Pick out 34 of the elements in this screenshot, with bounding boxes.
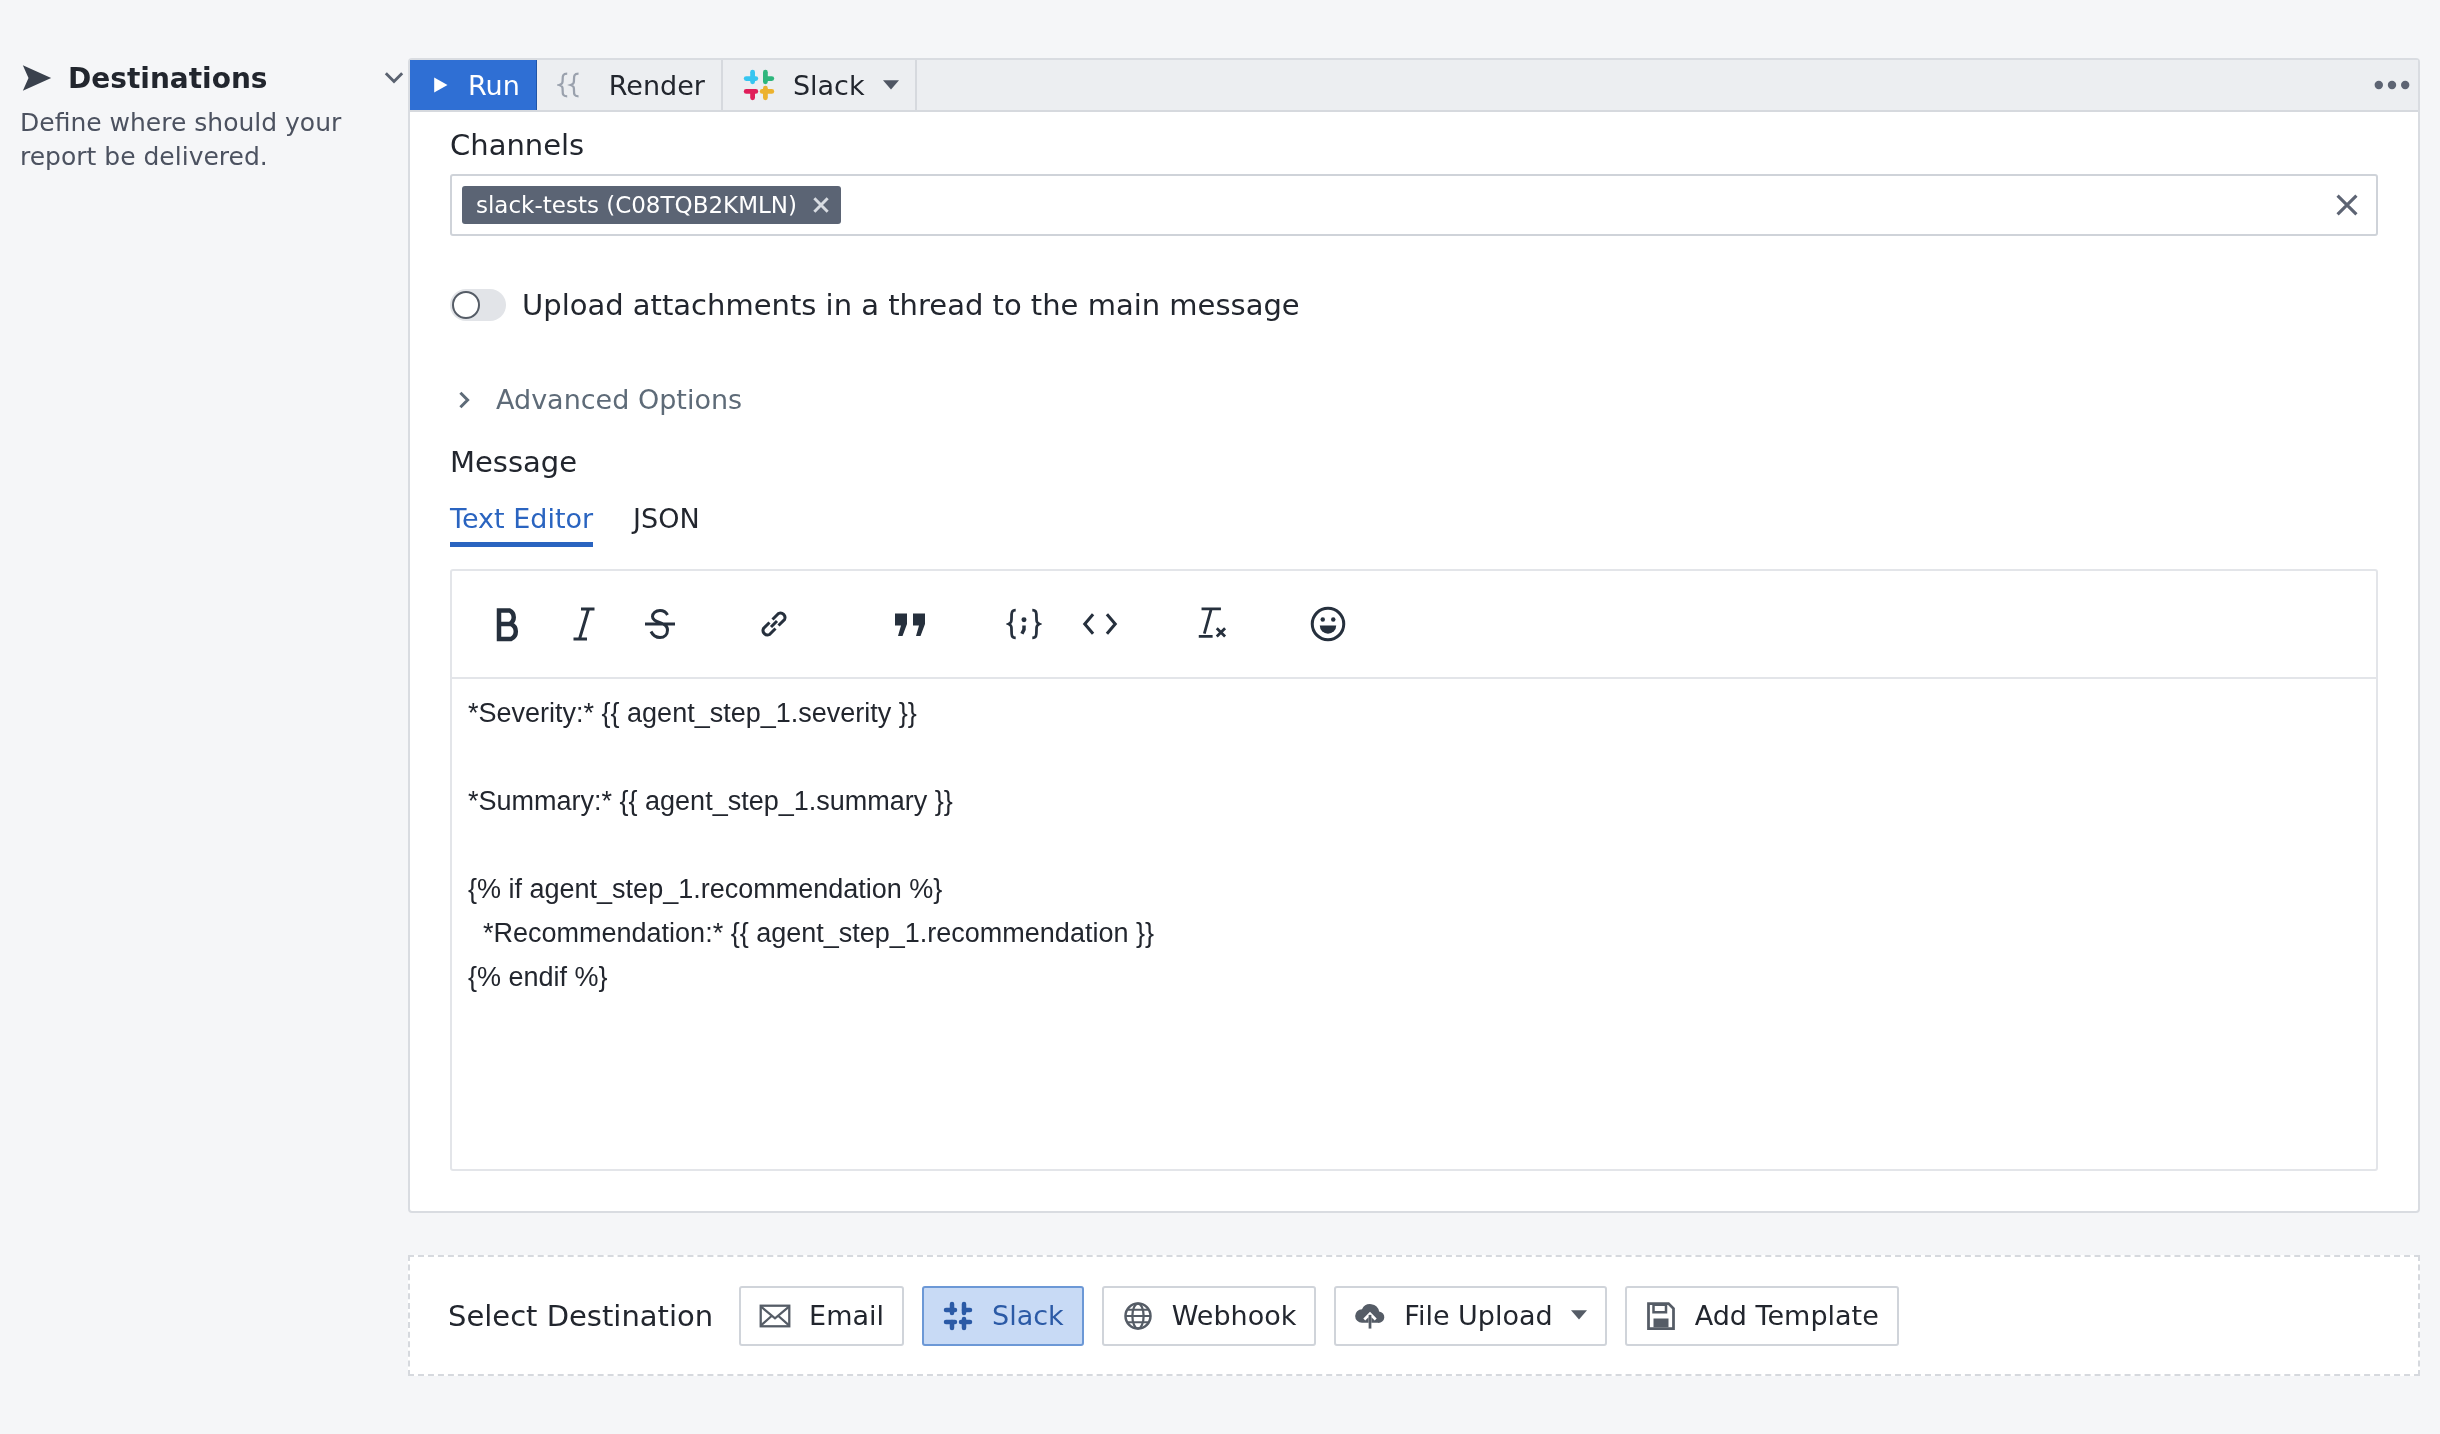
caret-icon	[882, 79, 899, 91]
strike-button[interactable]	[642, 606, 678, 642]
remove-icon	[813, 197, 829, 213]
more-icon	[2374, 80, 2410, 90]
toggle-label: Upload attachments in a thread to the main message	[522, 288, 1300, 322]
field-label: Channels	[450, 128, 586, 162]
slack-logo-icon	[942, 1300, 974, 1331]
clear-icon	[2336, 194, 2358, 216]
advanced-options-toggle[interactable]: Advanced Options	[450, 384, 2378, 415]
editor-tab[interactable]: JSON	[633, 503, 700, 547]
slack-logo-icon	[742, 69, 775, 101]
channel-tag: slack-tests (C08TQB2KMLN)	[462, 186, 841, 224]
editor-tab[interactable]: Text Editor	[450, 503, 594, 547]
toggle-switch[interactable]	[450, 289, 506, 321]
emoji-icon	[1310, 606, 1346, 642]
globe-icon	[1121, 1300, 1154, 1331]
section-title: Destinations	[68, 61, 269, 95]
render-button[interactable]: Render	[536, 60, 723, 110]
destination-button[interactable]: File Upload	[1334, 1285, 1607, 1346]
run-button[interactable]: Run	[410, 60, 537, 110]
destination-dropdown[interactable]: Slack	[722, 60, 917, 110]
message-text[interactable]: *Severity:* {{ agent_step_1.severity }} *Summary:* {{ agent_step_1.summary }} {% if agent_step_1.recommendation %} *Recommendation:* {{ agent_step_1.recommendation }} {% endif %}	[452, 679, 2376, 1011]
destination-button[interactable]: Email	[739, 1285, 904, 1346]
destination-button[interactable]: Webhook	[1101, 1285, 1317, 1346]
destination-button[interactable]: Slack	[922, 1285, 1084, 1346]
strikethrough-icon	[642, 606, 678, 642]
select-destination-label: Select Destination	[448, 1298, 714, 1333]
section-description: Define where should your report be delivered.	[20, 107, 343, 173]
field-label: Message	[450, 445, 579, 479]
emoji-button[interactable]	[1310, 606, 1346, 642]
variable-button[interactable]	[1006, 606, 1042, 642]
destination-button[interactable]: Add Template	[1624, 1285, 1899, 1346]
variable-icon	[1006, 606, 1042, 642]
channels-field[interactable]: slack-tests (C08TQB2KMLN)	[450, 174, 2378, 236]
